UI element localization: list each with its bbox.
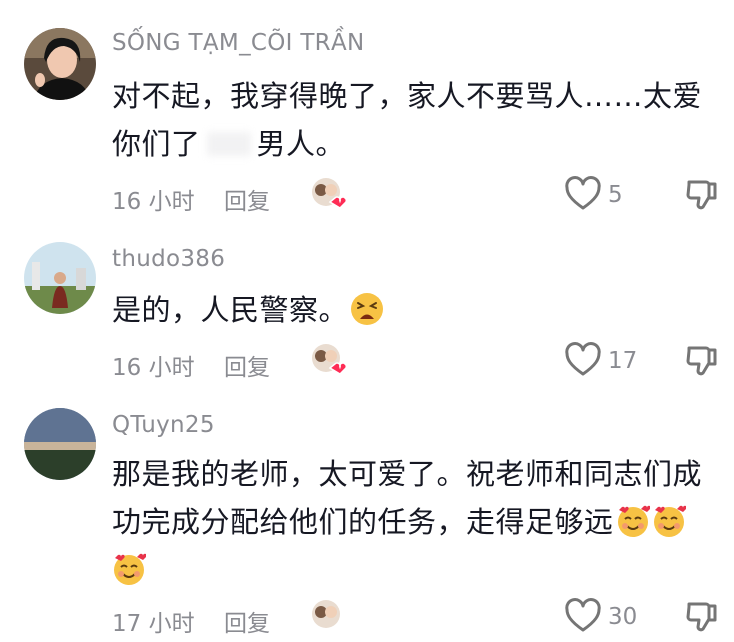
thumbs-down-icon[interactable] (684, 176, 720, 212)
user-avatar[interactable] (24, 408, 96, 480)
username[interactable]: QTuyn25 (112, 412, 215, 438)
comment-timestamp: 16 小时 (112, 189, 195, 215)
like-count: 30 (608, 604, 638, 630)
thumbs-down-icon[interactable] (684, 342, 720, 378)
comment-text-line: 是的，人民警察。 (112, 293, 349, 327)
comment-text-line: 你们了 男人。 (112, 120, 712, 168)
heart-outline-icon[interactable] (564, 176, 602, 212)
creator-liked-badge (308, 340, 348, 380)
comment-actions: 16 小时 回复 5 (112, 174, 724, 216)
comment-text-line: 功完成分配给他们的任务，走得足够远 (112, 498, 712, 546)
comment-text-line: 那是我的老师，太可爱了。祝老师和同志们成 (112, 457, 703, 491)
comment-timestamp: 16 小时 (112, 355, 195, 381)
comment-item: SỐNG TẠM_CÕI TRẦN 对不起，我穿得晚了，家人不要骂人……太爱 你… (0, 0, 734, 220)
comment-text-line: 对不起，我穿得晚了，家人不要骂人……太爱 (112, 79, 703, 113)
user-avatar[interactable] (24, 28, 96, 100)
comment-item: thudo386 是的，人民警察。 16 小时 回复 17 (0, 220, 734, 390)
smiling-face-with-hearts-emoji (616, 504, 651, 538)
tired-face-emoji (350, 292, 384, 326)
comment-text-line (112, 546, 712, 594)
creator-liked-badge (308, 596, 348, 636)
like-count: 17 (608, 348, 638, 374)
comment-item: QTuyn25 那是我的老师，太可爱了。祝老师和同志们成 功完成分配给他们的任务… (0, 390, 734, 637)
heart-outline-icon[interactable] (564, 342, 602, 378)
like-count: 5 (608, 182, 623, 208)
creator-liked-badge (308, 174, 348, 214)
reply-button[interactable]: 回复 (224, 604, 270, 638)
smiling-face-with-hearts-emoji (652, 504, 687, 538)
comment-text-segment: 男人。 (256, 127, 346, 161)
heart-outline-icon[interactable] (564, 598, 602, 634)
reply-button[interactable]: 回复 (224, 182, 270, 216)
comment-timestamp: 17 小时 (112, 611, 195, 637)
comment-text-segment: 你们了 (112, 127, 201, 161)
smiling-face-with-hearts-emoji (112, 552, 147, 586)
reply-button[interactable]: 回复 (224, 348, 270, 382)
username[interactable]: SỐNG TẠM_CÕI TRẦN (112, 30, 365, 56)
comment-actions: 16 小时 回复 17 (112, 340, 724, 382)
comment-text: 是的，人民警察。 (112, 286, 712, 334)
comment-actions: 17 小时 回复 30 (112, 596, 724, 638)
redacted-text (206, 132, 251, 156)
user-avatar[interactable] (24, 242, 96, 314)
comment-text: 对不起，我穿得晚了，家人不要骂人……太爱 你们了 男人。 (112, 72, 712, 168)
thumbs-down-icon[interactable] (684, 598, 720, 634)
comment-text: 那是我的老师，太可爱了。祝老师和同志们成 功完成分配给他们的任务，走得足够远 (112, 450, 712, 594)
comment-text-segment: 功完成分配给他们的任务，走得足够远 (112, 505, 614, 539)
username[interactable]: thudo386 (112, 246, 225, 272)
